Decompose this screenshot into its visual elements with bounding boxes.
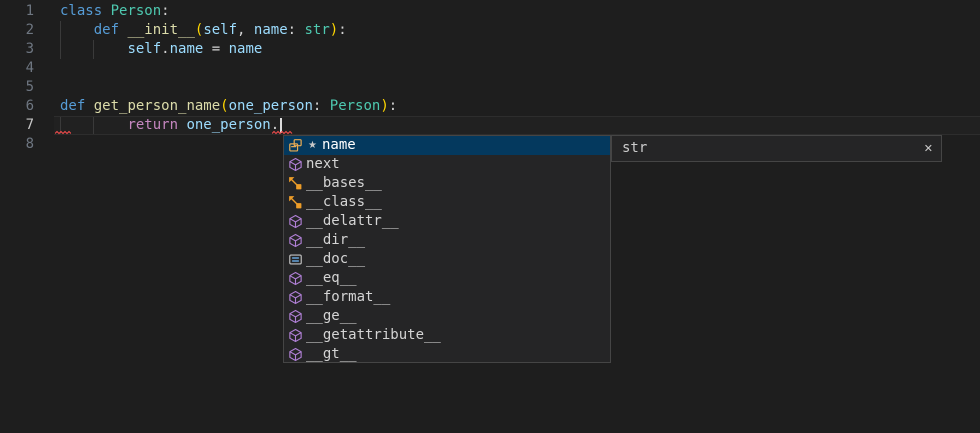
code-token: : <box>338 22 346 38</box>
code-token: : <box>313 98 330 114</box>
code-token <box>60 41 127 57</box>
suggestion-label: __doc__ <box>306 250 365 269</box>
code-token <box>85 98 93 114</box>
code-token: class <box>60 3 102 19</box>
method-icon <box>287 347 303 363</box>
error-squiggle <box>55 130 71 135</box>
method-icon <box>287 233 303 249</box>
method-icon <box>287 290 303 306</box>
line-number[interactable]: 6 <box>0 97 34 116</box>
line-number[interactable]: 1 <box>0 2 34 21</box>
code-token: def <box>60 98 85 114</box>
code-line[interactable]: self.name = name <box>60 40 262 59</box>
suggestion-item[interactable]: __doc__ <box>284 250 610 269</box>
code-token: Person <box>330 98 381 114</box>
code-line[interactable]: return one_person. <box>60 116 279 135</box>
code-token: one_person <box>186 117 270 133</box>
code-token: __init__ <box>127 22 194 38</box>
suggestion-label: name <box>322 136 356 155</box>
code-token: get_person_name <box>94 98 220 114</box>
suggestion-label: __getattribute__ <box>306 326 441 345</box>
method-icon <box>287 157 303 173</box>
suggestion-label: __eq__ <box>306 269 357 288</box>
method-icon <box>287 328 303 344</box>
suggestion-label: __bases__ <box>306 174 382 193</box>
suggestion-label: __delattr__ <box>306 212 399 231</box>
suggestion-item[interactable]: next <box>284 155 610 174</box>
suggestion-label: __ge__ <box>306 307 357 326</box>
editor-root: 12345678 class Person: def __init__(self… <box>0 0 980 433</box>
code-token: name <box>170 41 204 57</box>
suggestion-item[interactable]: __eq__ <box>284 269 610 288</box>
code-token: ) <box>330 22 338 38</box>
code-line[interactable]: class Person: <box>60 2 170 21</box>
method-icon <box>287 309 303 325</box>
suggestion-item[interactable]: __delattr__ <box>284 212 610 231</box>
code-line[interactable]: def __init__(self, name: str): <box>60 21 347 40</box>
suggestion-label: __format__ <box>306 288 390 307</box>
code-token: name <box>229 41 263 57</box>
suggestion-item[interactable]: __ge__ <box>284 307 610 326</box>
code-token: self <box>127 41 161 57</box>
code-token: self <box>203 22 237 38</box>
suggestion-label: __gt__ <box>306 345 357 363</box>
suggestion-label: __class__ <box>306 193 382 212</box>
code-token: . <box>161 41 169 57</box>
line-number[interactable]: 8 <box>0 135 34 154</box>
suggestion-item[interactable]: ★ name <box>284 136 610 155</box>
constant-icon <box>287 252 303 268</box>
code-token: , <box>237 22 254 38</box>
code-token: ) <box>380 98 388 114</box>
code-token: one_person <box>229 98 313 114</box>
suggestion-item[interactable]: __dir__ <box>284 231 610 250</box>
method-icon <box>287 271 303 287</box>
line-number[interactable]: 4 <box>0 59 34 78</box>
suggestion-label: next <box>306 155 340 174</box>
code-token <box>60 22 94 38</box>
suggestion-item[interactable]: __class__ <box>284 193 610 212</box>
suggestion-item[interactable]: __bases__ <box>284 174 610 193</box>
suggestion-item[interactable]: __format__ <box>284 288 610 307</box>
code-line[interactable]: def get_person_name(one_person: Person): <box>60 97 397 116</box>
code-token: = <box>203 41 228 57</box>
code-token: : <box>389 98 397 114</box>
detail-type-text: str <box>622 139 924 158</box>
class-icon <box>287 176 303 192</box>
code-token: : <box>288 22 305 38</box>
intellicode-star-icon: ★ <box>308 136 317 155</box>
line-number[interactable]: 2 <box>0 21 34 40</box>
suggest-widget: ★ name next __bases__ __class__ __delattr… <box>283 135 611 363</box>
line-number[interactable]: 7 <box>0 116 34 135</box>
suggest-details: str ✕ <box>611 135 942 162</box>
suggestion-item[interactable]: __getattribute__ <box>284 326 610 345</box>
line-number[interactable]: 5 <box>0 78 34 97</box>
code-token <box>102 3 110 19</box>
code-token: ( <box>220 98 228 114</box>
method-icon <box>287 214 303 230</box>
class-icon <box>287 195 303 211</box>
code-token: str <box>304 22 329 38</box>
close-icon[interactable]: ✕ <box>924 143 933 154</box>
code-token: Person <box>111 3 162 19</box>
code-token: name <box>254 22 288 38</box>
code-token: return <box>127 117 178 133</box>
code-token: def <box>94 22 119 38</box>
suggestion-item[interactable]: __gt__ <box>284 345 610 363</box>
code-token: : <box>161 3 169 19</box>
suggestion-label: __dir__ <box>306 231 365 250</box>
field-icon <box>287 138 303 154</box>
line-number[interactable]: 3 <box>0 40 34 59</box>
